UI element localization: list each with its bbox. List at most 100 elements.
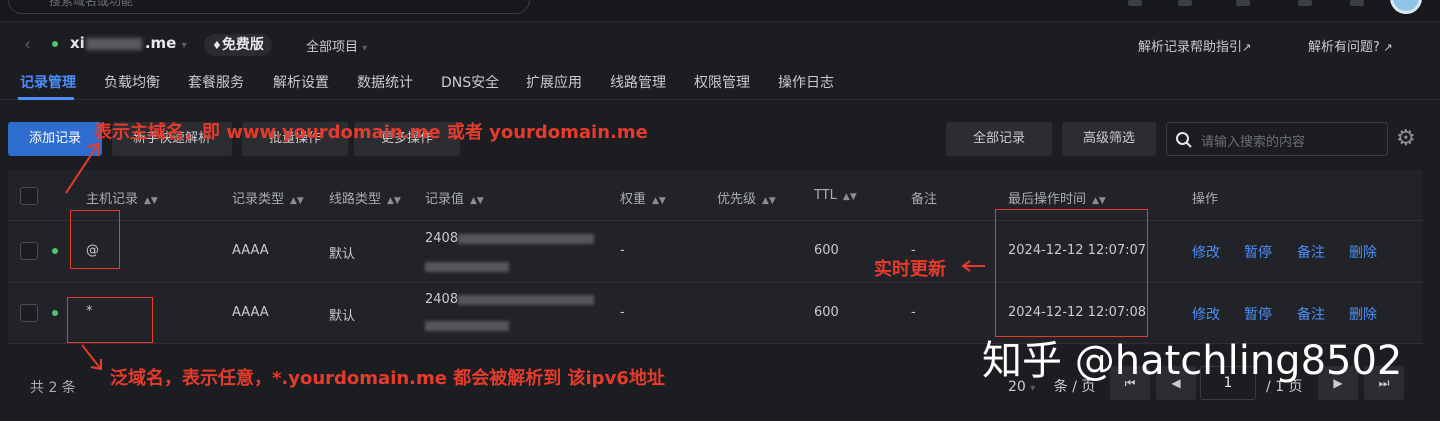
pause-link[interactable]: 暂停	[1244, 242, 1272, 262]
value-redaction	[458, 295, 594, 305]
tab-stats[interactable]: 数据统计	[357, 72, 413, 92]
add-record-button[interactable]: 添加记录	[8, 122, 102, 156]
header-divider	[8, 220, 1423, 221]
row-checkbox[interactable]	[20, 304, 38, 322]
cell-weight: -	[620, 305, 625, 320]
cell-type: AAAA	[232, 243, 269, 258]
issue-link[interactable]: 解析有问题? ↗	[1308, 36, 1393, 55]
back-arrow-icon[interactable]: ‹	[24, 34, 31, 55]
th-type-label: 记录类型	[232, 192, 285, 207]
pause-link[interactable]: 暂停	[1244, 304, 1272, 324]
th-line[interactable]: 线路类型 ▲▼	[329, 188, 401, 207]
record-search-input[interactable]: 请输入搜索的内容	[1166, 122, 1388, 156]
edit-link[interactable]: 修改	[1192, 242, 1220, 262]
value-redaction	[425, 262, 509, 272]
delete-link[interactable]: 删除	[1349, 242, 1377, 262]
delete-link[interactable]: 删除	[1349, 304, 1377, 324]
plan-badge-label: 免费版	[221, 37, 264, 53]
plan-badge[interactable]: ♦免费版	[204, 34, 272, 56]
th-ttl-label: TTL	[814, 188, 837, 203]
record-status-dot	[52, 310, 58, 316]
note-link[interactable]: 备注	[1297, 242, 1325, 262]
annotation-wildcard: 泛域名，表示任意，*.yourdomain.me 都会被解析到 该ipv6地址	[110, 368, 665, 389]
top-bar: 搜索域名或功能	[0, 0, 1440, 22]
th-updated-label: 最后操作时间	[1008, 192, 1087, 207]
sort-icon: ▲▼	[290, 196, 304, 206]
annotation-box-updated	[995, 209, 1148, 337]
sort-icon: ▲▼	[470, 196, 484, 206]
domain-name-prefix: xi	[70, 34, 85, 52]
tab-extensions[interactable]: 扩展应用	[526, 72, 582, 92]
tab-lines[interactable]: 线路管理	[610, 72, 666, 92]
th-type[interactable]: 记录类型 ▲▼	[232, 188, 304, 207]
annotation-realtime: 实时更新	[874, 259, 946, 280]
th-weight-label: 权重	[620, 192, 647, 207]
annotation-box-host-at	[70, 210, 120, 269]
cell-ttl: 600	[814, 243, 839, 258]
th-priority[interactable]: 优先级 ▲▼	[717, 188, 776, 207]
chevron-down-icon: ▾	[362, 43, 368, 54]
tab-logs[interactable]: 操作日志	[778, 72, 834, 92]
tab-packages[interactable]: 套餐服务	[188, 72, 244, 92]
help-guide-link[interactable]: 解析记录帮助指引↗	[1138, 36, 1251, 55]
tab-permissions[interactable]: 权限管理	[694, 72, 750, 92]
total-count: 共 2 条	[30, 380, 76, 396]
cart-icon[interactable]	[1350, 0, 1364, 6]
sort-icon: ▲▼	[1092, 196, 1106, 206]
row-checkbox[interactable]	[20, 242, 38, 260]
tab-active-indicator	[18, 97, 74, 100]
tab-records[interactable]: 记录管理	[20, 72, 76, 92]
value-redaction	[458, 234, 594, 244]
sort-icon: ▲▼	[144, 196, 158, 206]
th-value-label: 记录值	[425, 192, 465, 207]
project-selector[interactable]: 全部项目 ▾	[306, 36, 367, 55]
bell-icon[interactable]	[1236, 0, 1250, 6]
tab-settings[interactable]: 解析设置	[273, 72, 329, 92]
tab-bar: 记录管理 负载均衡 套餐服务 解析设置 数据统计 DNS安全 扩展应用 线路管理…	[0, 66, 1440, 100]
all-records-button[interactable]: 全部记录	[946, 122, 1052, 156]
domain-name-suffix: .me	[144, 34, 177, 52]
edit-link[interactable]: 修改	[1192, 304, 1220, 324]
th-value[interactable]: 记录值 ▲▼	[425, 188, 484, 207]
external-link-icon: ↗	[1379, 41, 1393, 54]
sort-icon: ▲▼	[762, 196, 776, 206]
arrow-down-icon	[81, 344, 102, 371]
help-icon[interactable]	[1298, 0, 1312, 6]
note-link[interactable]: 备注	[1297, 304, 1325, 324]
tab-load-balance[interactable]: 负载均衡	[104, 72, 160, 92]
project-label: 全部项目	[306, 40, 359, 55]
tab-dns-security[interactable]: DNS安全	[441, 72, 499, 92]
th-ttl[interactable]: TTL ▲▼	[814, 188, 857, 203]
cell-value: 2408	[425, 231, 459, 246]
issue-label: 解析有问题?	[1308, 40, 1380, 55]
cell-weight: -	[620, 243, 625, 258]
gear-icon[interactable]: ⚙	[1396, 126, 1416, 151]
cell-line: 默认	[329, 309, 356, 324]
th-remark: 备注	[911, 192, 938, 207]
annotation-main-domain: 表示主域名，即 www.yourdomain.me 或者 yourdomain.…	[94, 122, 648, 143]
th-host[interactable]: 主机记录 ▲▼	[86, 188, 158, 207]
advanced-filter-button[interactable]: 高级筛选	[1062, 122, 1156, 156]
th-weight[interactable]: 权重 ▲▼	[620, 188, 666, 207]
cell-type: AAAA	[232, 305, 269, 320]
annotation-box-host-star	[67, 297, 153, 343]
domain-status-dot	[52, 41, 58, 47]
global-search-input[interactable]: 搜索域名或功能	[8, 0, 530, 14]
th-priority-label: 优先级	[717, 192, 757, 207]
doc-icon[interactable]	[1178, 0, 1192, 6]
domain-redaction	[86, 38, 142, 50]
cell-remark: -	[911, 305, 916, 320]
record-status-dot	[52, 248, 58, 254]
value-redaction	[425, 321, 509, 331]
chevron-down-icon: ▾	[181, 40, 187, 51]
help-guide-label: 解析记录帮助指引	[1138, 40, 1243, 55]
sort-icon: ▲▼	[652, 196, 666, 206]
sort-icon: ▲▼	[387, 196, 401, 206]
select-all-checkbox[interactable]	[20, 187, 38, 205]
th-line-label: 线路类型	[329, 192, 382, 207]
cell-ttl: 600	[814, 305, 839, 320]
avatar[interactable]	[1390, 0, 1422, 14]
th-updated[interactable]: 最后操作时间 ▲▼	[1008, 188, 1106, 207]
app-icon[interactable]	[1128, 0, 1142, 6]
search-icon	[1176, 132, 1192, 148]
